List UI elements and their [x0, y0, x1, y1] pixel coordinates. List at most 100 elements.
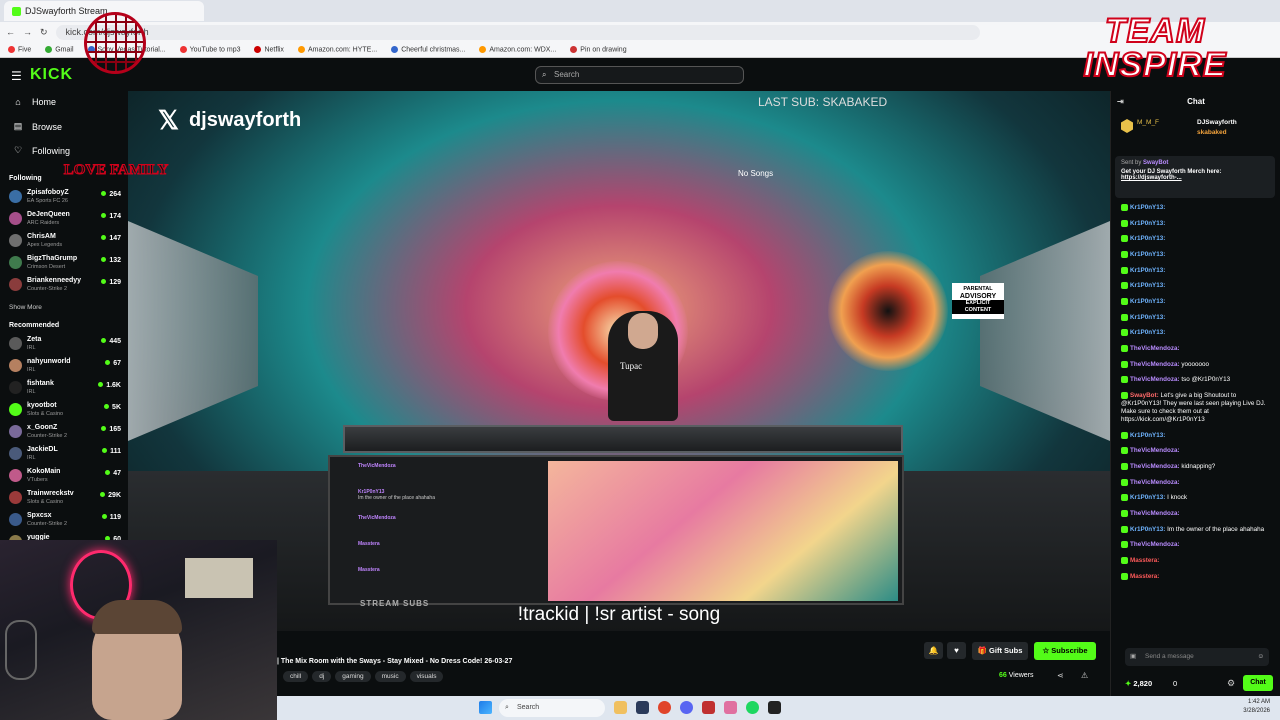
bookmark-item[interactable]: Cheerful christmas...	[391, 45, 465, 53]
bookmark-favicon-icon	[391, 45, 399, 53]
discord-icon[interactable]	[680, 701, 693, 714]
windows-start-icon[interactable]	[479, 701, 492, 714]
channel-item[interactable]: Zeta IRL 445	[9, 334, 121, 354]
bookmark-item[interactable]: Amazon.com: WDX...	[479, 45, 556, 53]
report-icon[interactable]: ⚠	[1081, 671, 1088, 680]
share-icon[interactable]: ⋖	[1057, 671, 1064, 680]
search-input[interactable]: ⌕ Search	[535, 66, 744, 84]
forward-icon[interactable]: →	[23, 27, 32, 37]
chat-username[interactable]: Kr1P0nY13:	[1130, 314, 1165, 321]
steam-icon[interactable]	[636, 701, 649, 714]
taskbar-search[interactable]: ⌕ Search	[499, 699, 605, 717]
channel-item[interactable]: Spxcsx Counter-Strike 2 119	[9, 510, 121, 530]
chat-username[interactable]: Masstera:	[1130, 557, 1159, 564]
nav-browse[interactable]: ▤ Browse	[12, 121, 62, 132]
chat-username[interactable]: TheVicMendoza:	[1130, 361, 1180, 368]
chat-username[interactable]: Kr1P0nY13:	[1130, 330, 1165, 337]
chrome-icon[interactable]	[658, 701, 671, 714]
chat-username[interactable]: SwayBot:	[1130, 392, 1159, 399]
chat-username[interactable]: Masstera:	[1130, 573, 1159, 580]
subscribe-button[interactable]: ☆ Subscribe	[1034, 642, 1096, 660]
chat-input-placeholder: Send a message	[1145, 653, 1194, 660]
channel-item[interactable]: nahyunworld IRL 67	[9, 356, 121, 376]
leader-first[interactable]: M_M_F	[1137, 119, 1159, 126]
chat-input[interactable]: ▣ Send a message ☺	[1125, 648, 1269, 666]
chat-username[interactable]: Kr1P0nY13:	[1130, 432, 1165, 439]
chat-username[interactable]: Kr1P0nY13:	[1130, 220, 1165, 227]
stream-tag[interactable]: music	[374, 671, 406, 682]
pinned-link[interactable]: https://djswayforth-...	[1121, 175, 1269, 181]
chat-username[interactable]: Kr1P0nY13:	[1130, 267, 1165, 274]
avatar	[9, 381, 22, 394]
obs-icon[interactable]	[768, 701, 781, 714]
app-icon[interactable]	[702, 701, 715, 714]
chat-username[interactable]: Kr1P0nY13:	[1130, 236, 1165, 243]
menu-icon[interactable]: ☰	[11, 69, 22, 83]
pinned-from-user[interactable]: SwayBot	[1143, 160, 1168, 166]
chat-username[interactable]: Kr1P0nY13:	[1130, 526, 1165, 533]
chat-username[interactable]: TheVicMendoza:	[1130, 377, 1180, 384]
channel-item[interactable]: ZpisafoboyZ EA Sports FC 26 264	[9, 187, 121, 207]
stream-tag[interactable]: visuals	[409, 671, 444, 682]
bookmark-item[interactable]: Amazon.com: HYTE...	[297, 45, 377, 53]
channel-points[interactable]: 2,820	[1125, 679, 1152, 688]
chat-username[interactable]: TheVicMendoza:	[1130, 542, 1180, 549]
overlay-chat-message: TheVicMendoza	[358, 515, 518, 541]
back-icon[interactable]: ←	[6, 27, 15, 37]
channel-item[interactable]: x_GoonZ Counter-Strike 2 165	[9, 422, 121, 442]
bookmark-item[interactable]: Five	[8, 45, 31, 53]
nav-home[interactable]: ⌂ Home	[12, 97, 56, 107]
channel-category: Counter-Strike 2	[27, 521, 68, 527]
channel-item[interactable]: KokoMain VTubers 47	[9, 466, 121, 486]
chat-username[interactable]: TheVicMendoza:	[1130, 479, 1180, 486]
team-badge-logo: LOVE FAMILY	[56, 2, 176, 187]
file-explorer-icon[interactable]	[614, 701, 627, 714]
bookmark-favicon-icon	[479, 45, 487, 53]
taskbar-search-placeholder: Search	[517, 704, 540, 711]
reload-icon[interactable]: ↻	[40, 27, 48, 38]
heart-follow-icon[interactable]: ♥	[947, 642, 966, 659]
spotify-icon[interactable]	[746, 701, 759, 714]
emoji-icon[interactable]: ☺	[1257, 648, 1264, 666]
stream-tag[interactable]: chill	[283, 671, 309, 682]
bookmark-item[interactable]: Pin on drawing	[570, 45, 627, 53]
show-more-link[interactable]: Show More	[9, 304, 42, 311]
chat-username[interactable]: TheVicMendoza:	[1130, 448, 1180, 455]
channel-item[interactable]: DeJenQueen ARC Raiders 174	[9, 209, 121, 229]
chat-username[interactable]: TheVicMendoza:	[1130, 463, 1180, 470]
channel-item[interactable]: JackieDL IRL 111	[9, 444, 121, 464]
collapse-chat-icon[interactable]: ⇥	[1117, 91, 1124, 113]
subscribe-label: Subscribe	[1051, 646, 1088, 655]
leader-second[interactable]: DJSwayforth	[1197, 119, 1237, 126]
address-bar[interactable]: kick.com/djswayforth	[55, 24, 980, 40]
channel-category: Apex Legends	[27, 242, 63, 248]
chat-username[interactable]: Kr1P0nY13:	[1130, 251, 1165, 258]
bookmark-item[interactable]: YouTube to mp3	[179, 45, 240, 53]
settings-gear-icon[interactable]: ⚙	[1227, 678, 1235, 689]
chat-username[interactable]: Kr1P0nY13:	[1130, 495, 1165, 502]
channel-item[interactable]: ChrisAM Apex Legends 147	[9, 231, 121, 251]
bell-icon[interactable]: 🔔	[924, 642, 943, 659]
leader-third[interactable]: skabaked	[1197, 129, 1227, 136]
channel-item[interactable]: Briankenneedyy Counter-Strike 2 129	[9, 275, 121, 295]
chat-username[interactable]: Kr1P0nY13:	[1130, 283, 1165, 290]
avatar	[9, 513, 22, 526]
maps-icon[interactable]	[724, 701, 737, 714]
channel-name: Briankenneedyy	[27, 277, 82, 284]
chat-send-button[interactable]: Chat	[1243, 675, 1273, 691]
chat-username[interactable]: Kr1P0nY13:	[1130, 204, 1165, 211]
chat-username[interactable]: Kr1P0nY13:	[1130, 298, 1165, 305]
user-badge-icon	[1121, 313, 1128, 321]
channel-item[interactable]: fishtank IRL 1.6K	[9, 378, 121, 398]
channel-item[interactable]: kyootbot Slots & Casino 5K	[9, 400, 121, 420]
bookmark-item[interactable]: Netflix	[254, 45, 284, 53]
channel-item[interactable]: Trainwreckstv Slots & Casino 29K	[9, 488, 121, 508]
chat-message: Masstera:	[1121, 572, 1276, 581]
stream-tag[interactable]: gaming	[335, 671, 371, 682]
stream-tag[interactable]: dj	[312, 671, 332, 682]
system-tray-clock[interactable]: 1:42 AM 3/28/2026	[1243, 698, 1270, 716]
chat-username[interactable]: TheVicMendoza:	[1130, 510, 1180, 517]
chat-username[interactable]: TheVicMendoza:	[1130, 345, 1180, 352]
channel-item[interactable]: BigzThaGrump Crimson Desert 132	[9, 253, 121, 273]
gift-subs-button[interactable]: 🎁 Gift Subs	[972, 642, 1028, 660]
